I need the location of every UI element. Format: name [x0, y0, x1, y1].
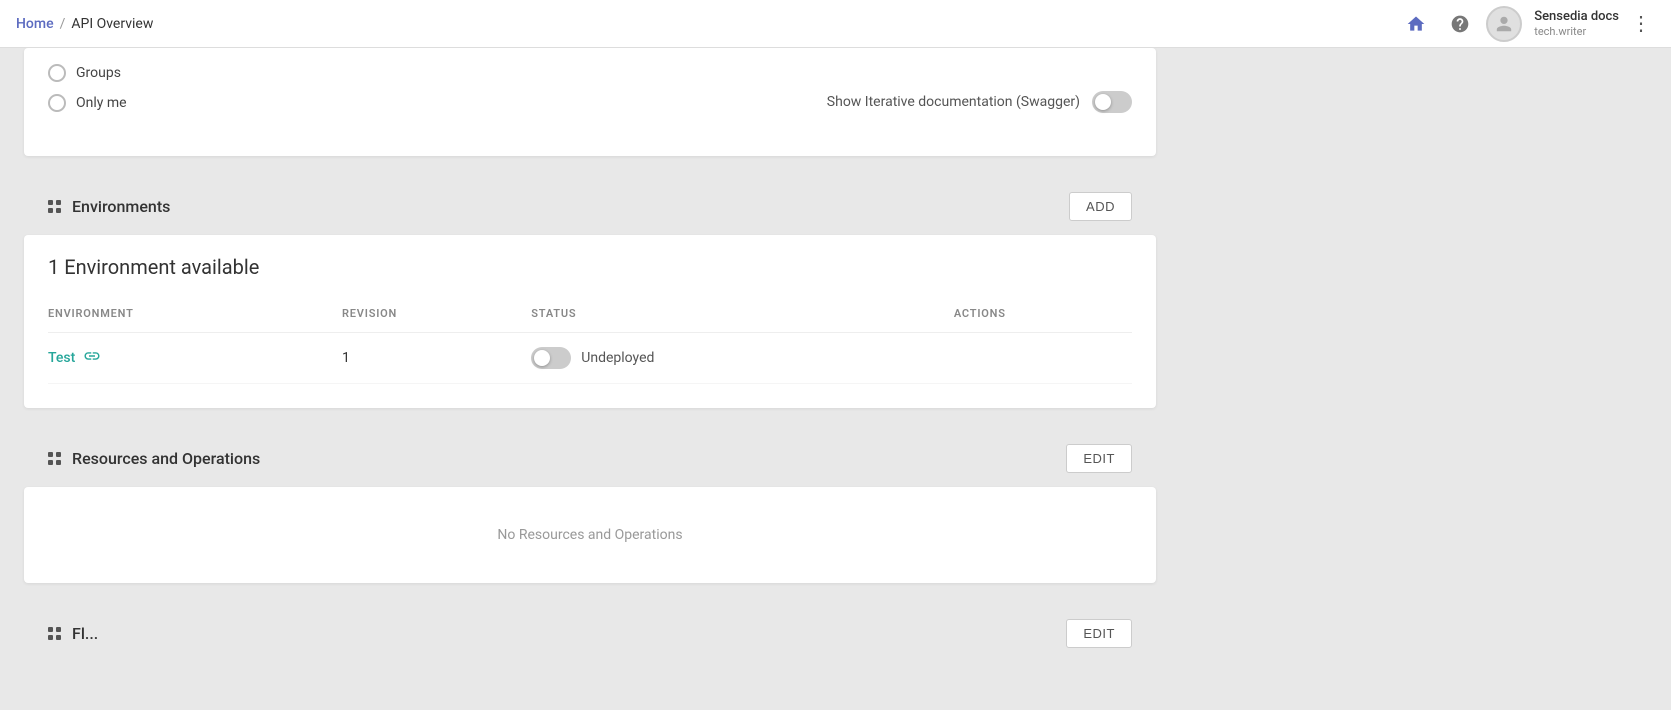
- breadcrumb: Home / API Overview: [16, 16, 1398, 32]
- bottom-icon: [48, 627, 62, 641]
- home-icon: [1406, 14, 1426, 34]
- status-badge: Undeployed: [581, 350, 654, 366]
- bottom-section: Fl... EDIT: [24, 603, 1156, 662]
- grid-icon: [48, 200, 62, 214]
- current-page-label: API Overview: [71, 16, 153, 32]
- edit-bottom-button[interactable]: EDIT: [1066, 619, 1132, 648]
- toggle-thumb: [1095, 94, 1111, 110]
- help-icon-button[interactable]: [1442, 6, 1478, 42]
- environments-section-header: Environments ADD: [24, 176, 1156, 235]
- resources-section-header: Resources and Operations EDIT: [24, 428, 1156, 487]
- avatar-icon: [1495, 15, 1513, 33]
- grid-icon-3: [48, 627, 62, 641]
- bottom-section-header: Fl... EDIT: [24, 603, 1156, 662]
- home-icon-button[interactable]: [1398, 6, 1434, 42]
- only-me-label: Only me: [76, 95, 127, 111]
- env-revision-cell: 1: [342, 333, 531, 384]
- environments-card-inner: 1 Environment available ENVIRONMENT REVI…: [24, 235, 1156, 408]
- env-actions-cell: [954, 333, 1132, 384]
- environments-icon: [48, 200, 62, 214]
- env-status-cell: Undeployed: [531, 333, 954, 384]
- environments-card: 1 Environment available ENVIRONMENT REVI…: [24, 235, 1156, 408]
- resources-icon: [48, 452, 62, 466]
- only-me-radio[interactable]: [48, 94, 66, 112]
- environments-table: ENVIRONMENT REVISION STATUS ACTIONS Test: [48, 299, 1132, 384]
- swagger-row: Show Iterative documentation (Swagger): [827, 91, 1132, 113]
- user-info: Sensedia docs tech.writer: [1534, 9, 1619, 38]
- resources-empty-message: No Resources and Operations: [24, 487, 1156, 583]
- avatar[interactable]: [1486, 6, 1522, 42]
- right-sidebar: [1180, 48, 1380, 686]
- add-environment-button[interactable]: ADD: [1069, 192, 1132, 221]
- col-status: STATUS: [531, 299, 954, 333]
- home-link[interactable]: Home: [16, 16, 54, 32]
- groups-label: Groups: [76, 65, 121, 81]
- top-navigation: Home / API Overview Sensedia docs tech.w…: [0, 0, 1671, 48]
- grid-icon-2: [48, 452, 62, 466]
- col-environment: ENVIRONMENT: [48, 299, 342, 333]
- username-label: Sensedia docs: [1534, 9, 1619, 25]
- bottom-title-text: Fl...: [72, 624, 98, 643]
- environments-section: Environments ADD 1 Environment available…: [24, 176, 1156, 408]
- resources-title: Resources and Operations: [48, 449, 260, 468]
- env-name-text: Test: [48, 350, 75, 366]
- status-cell: Undeployed: [531, 347, 954, 369]
- bottom-title: Fl...: [48, 624, 98, 643]
- resources-title-text: Resources and Operations: [72, 449, 260, 468]
- env-name: Test: [48, 347, 342, 369]
- more-options-button[interactable]: ⋮: [1627, 7, 1655, 40]
- groups-radio[interactable]: [48, 64, 66, 82]
- env-link-icon[interactable]: [83, 347, 101, 369]
- table-row: Test 1: [48, 333, 1132, 384]
- nav-right-actions: Sensedia docs tech.writer ⋮: [1398, 6, 1655, 42]
- deploy-toggle[interactable]: [531, 347, 571, 369]
- environment-count: 1 Environment available: [48, 255, 1132, 279]
- deploy-toggle-thumb: [534, 350, 550, 366]
- toggle-track[interactable]: [1092, 91, 1132, 113]
- table-header-row: ENVIRONMENT REVISION STATUS ACTIONS: [48, 299, 1132, 333]
- environments-title: Environments: [48, 197, 170, 216]
- col-revision: REVISION: [342, 299, 531, 333]
- env-name-cell: Test: [48, 333, 342, 384]
- swagger-toggle[interactable]: [1092, 91, 1132, 113]
- environments-title-text: Environments: [72, 197, 170, 216]
- swagger-label: Show Iterative documentation (Swagger): [827, 94, 1080, 110]
- deploy-toggle-track[interactable]: [531, 347, 571, 369]
- useremail-label: tech.writer: [1534, 25, 1586, 38]
- col-actions: ACTIONS: [954, 299, 1132, 333]
- edit-resources-button[interactable]: EDIT: [1066, 444, 1132, 473]
- groups-radio-row: Groups: [48, 64, 1132, 82]
- visibility-card: Groups Only me Show Iterative documentat…: [24, 48, 1156, 156]
- resources-card: No Resources and Operations: [24, 487, 1156, 583]
- breadcrumb-separator: /: [60, 16, 66, 32]
- help-icon: [1450, 14, 1470, 34]
- resources-section: Resources and Operations EDIT No Resourc…: [24, 428, 1156, 583]
